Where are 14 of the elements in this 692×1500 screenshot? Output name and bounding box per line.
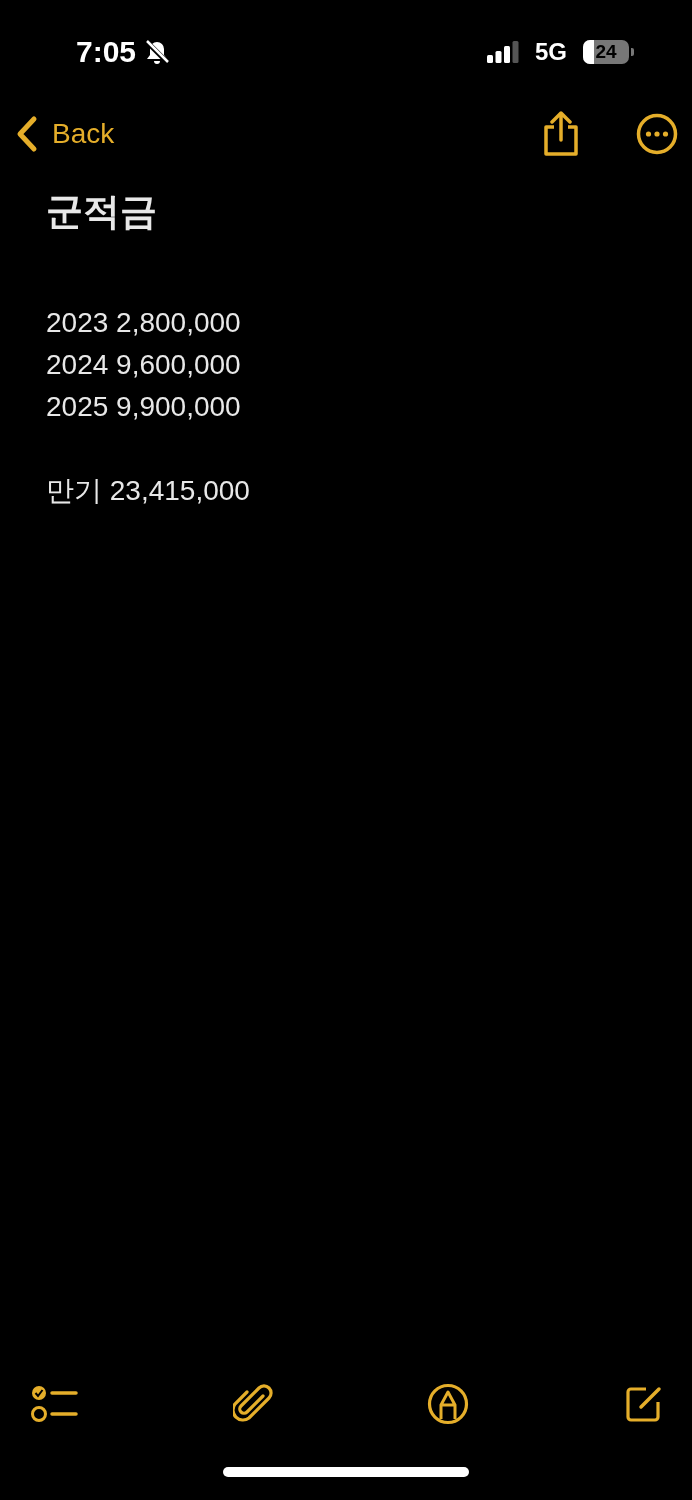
note-line: 2025 9,900,000 — [46, 390, 242, 425]
more-button[interactable] — [636, 113, 678, 155]
note-line: 2023 2,800,000 — [46, 306, 242, 341]
compose-icon[interactable] — [623, 1384, 664, 1424]
markup-pen-icon[interactable] — [427, 1383, 470, 1425]
back-button[interactable]: Back — [14, 113, 115, 155]
status-time: 7:05 — [76, 37, 137, 67]
note-line: 2024 9,600,000 — [46, 348, 242, 383]
checklist-icon[interactable] — [30, 1384, 78, 1424]
signal-icon — [487, 41, 519, 63]
network-label: 5G — [535, 40, 567, 64]
share-button[interactable] — [542, 111, 580, 157]
note-title: 군적금 — [46, 190, 158, 234]
note-line: 만기 23,415,000 — [46, 474, 251, 509]
